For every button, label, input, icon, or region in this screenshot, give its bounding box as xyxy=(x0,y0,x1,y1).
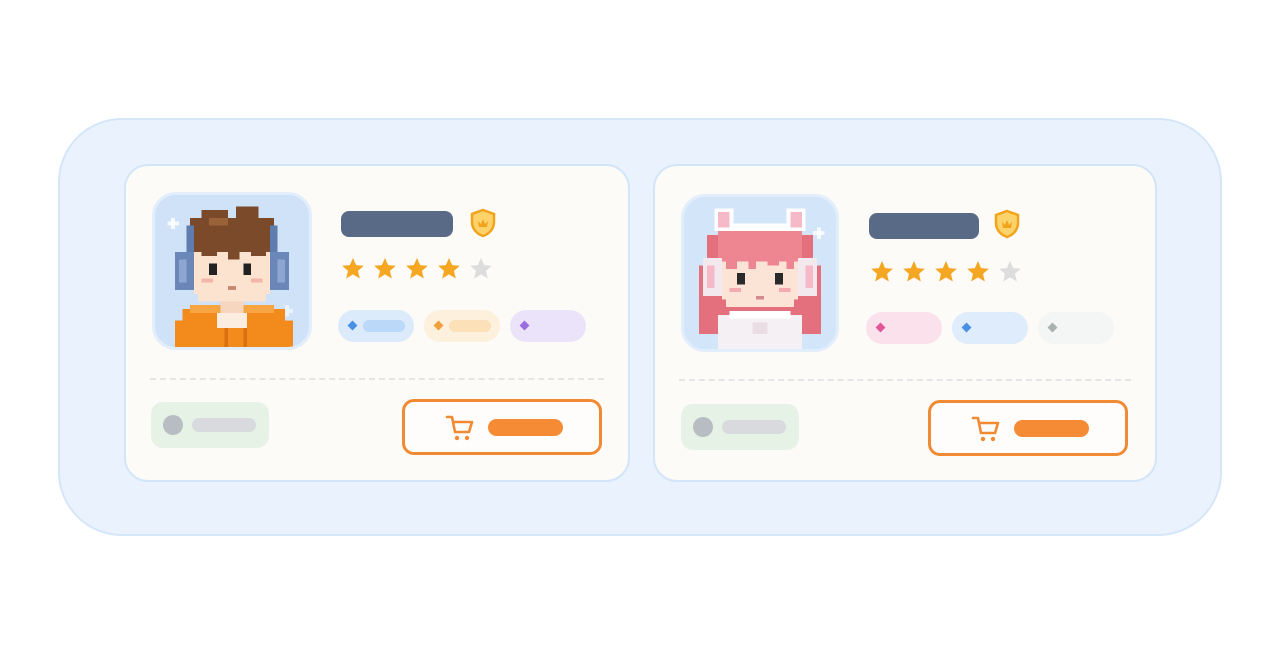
status-dot-icon xyxy=(163,415,183,435)
add-to-cart-button[interactable] xyxy=(402,399,602,455)
star-filled-icon xyxy=(967,260,989,282)
tag-label xyxy=(1063,322,1105,334)
tag-label xyxy=(891,322,933,334)
character-name xyxy=(869,213,979,239)
status-badge xyxy=(681,404,799,450)
star-empty-icon xyxy=(470,257,492,279)
tag-chip[interactable] xyxy=(510,310,586,342)
status-label xyxy=(192,418,256,432)
star-filled-icon xyxy=(374,257,396,279)
avatar[interactable] xyxy=(681,194,839,352)
tag-list xyxy=(866,312,1114,344)
tag-list xyxy=(338,310,586,342)
tag-label xyxy=(363,320,405,332)
tag-dot-icon xyxy=(961,322,972,333)
status-dot-icon xyxy=(693,417,713,437)
tag-chip[interactable] xyxy=(424,310,500,342)
shield-badge-icon xyxy=(470,208,496,238)
tag-chip[interactable] xyxy=(1038,312,1114,344)
status-badge xyxy=(151,402,269,448)
star-filled-icon xyxy=(406,257,428,279)
tag-dot-icon xyxy=(1047,322,1058,333)
character-card[interactable] xyxy=(653,164,1157,482)
tag-dot-icon xyxy=(875,322,886,333)
star-filled-icon xyxy=(935,260,957,282)
star-filled-icon xyxy=(438,257,460,279)
star-empty-icon xyxy=(999,260,1021,282)
tag-chip[interactable] xyxy=(952,312,1028,344)
add-to-cart-label xyxy=(488,419,563,436)
character-name xyxy=(341,211,453,237)
tag-label xyxy=(977,322,1019,334)
divider xyxy=(150,378,604,380)
divider xyxy=(679,379,1131,381)
star-rating xyxy=(869,259,1023,285)
cart-icon xyxy=(971,416,1000,442)
tag-chip[interactable] xyxy=(866,312,942,344)
shield-badge-icon xyxy=(994,209,1020,239)
star-filled-icon xyxy=(342,257,364,279)
tag-label xyxy=(535,320,577,332)
tag-chip[interactable] xyxy=(338,310,414,342)
add-to-cart-label xyxy=(1014,420,1089,437)
star-filled-icon xyxy=(903,260,925,282)
add-to-cart-button[interactable] xyxy=(928,400,1128,456)
pixel-girl-cat-ears-avatar xyxy=(684,197,836,349)
tag-dot-icon xyxy=(519,320,530,331)
pixel-boy-headphones-avatar xyxy=(156,195,308,347)
cart-icon xyxy=(445,415,474,441)
avatar[interactable] xyxy=(152,192,312,350)
tag-dot-icon xyxy=(347,320,358,331)
star-rating xyxy=(340,256,494,282)
tag-dot-icon xyxy=(433,320,444,331)
star-filled-icon xyxy=(871,260,893,282)
status-label xyxy=(722,420,786,434)
character-card[interactable] xyxy=(124,164,630,482)
tag-label xyxy=(449,320,491,332)
